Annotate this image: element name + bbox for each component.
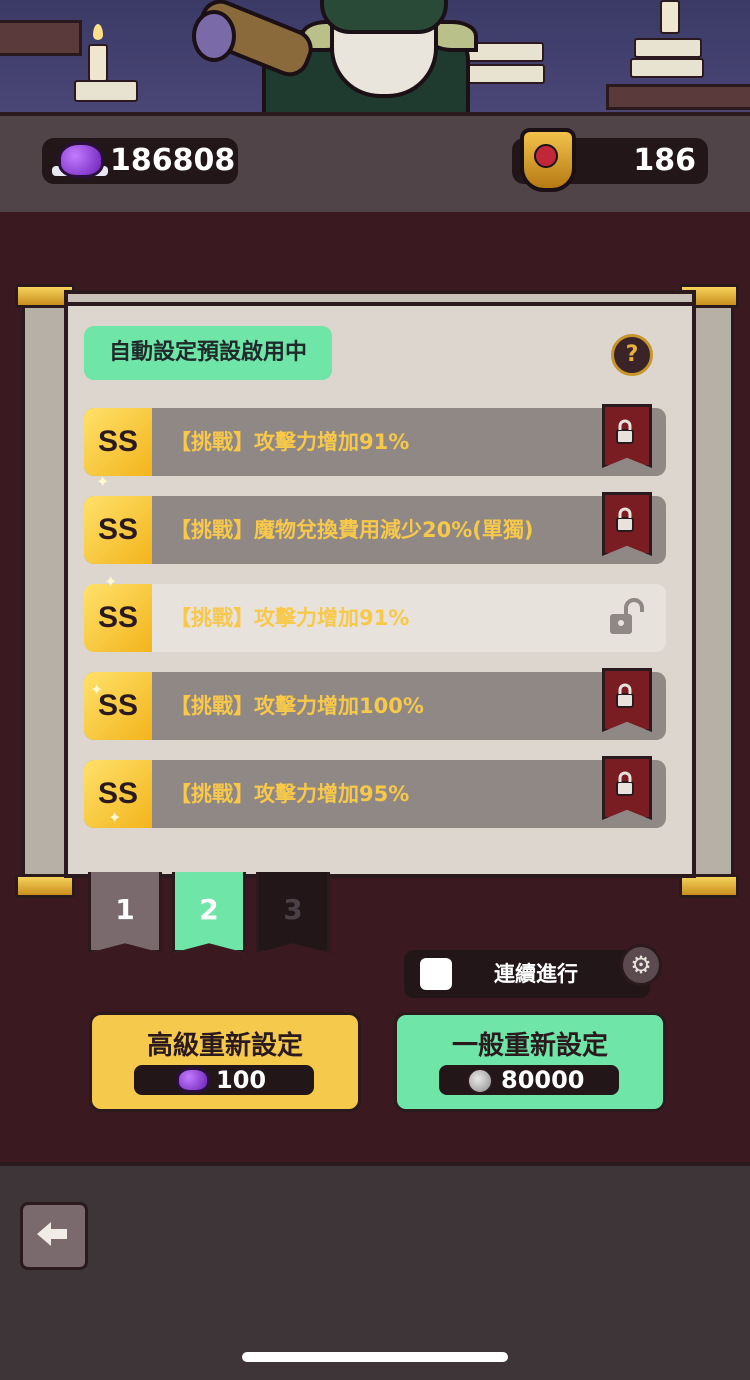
option-row[interactable]: SS 【挑戰】魔物兌換費用減少20%(單獨) (84, 496, 666, 564)
preset-tab-3[interactable]: 3 (256, 872, 330, 953)
coin-icon (467, 1068, 493, 1094)
unlock-icon[interactable] (608, 598, 646, 638)
continuous-checkbox[interactable] (420, 958, 452, 990)
help-icon[interactable]: ? (611, 334, 653, 376)
advanced-reset-cost: 100 (134, 1065, 314, 1095)
preset-tab-1[interactable]: 1 (88, 872, 162, 953)
sparkle: ✦ (104, 572, 118, 591)
candle (660, 0, 680, 34)
bookshelf (606, 84, 750, 110)
sparkle: ✦ (96, 472, 110, 491)
continuous-label: 連續進行 (494, 962, 578, 986)
normal-reset-cost: 80000 (439, 1065, 619, 1095)
wizard-hat (320, 0, 448, 34)
gem-count: 186808 (110, 143, 236, 178)
normal-reset-cost-value: 80000 (501, 1066, 585, 1094)
scroll-left-rod (22, 298, 68, 882)
grade-badge: SS (84, 584, 152, 652)
candle-flame (93, 24, 103, 40)
option-text: 【挑戰】攻擊力增加91% (170, 430, 410, 454)
book-stack (74, 80, 138, 102)
continuous-toggle[interactable]: 連續進行 (404, 950, 650, 998)
option-text: 【挑戰】攻擊力增加91% (170, 606, 410, 630)
option-text: 【挑戰】魔物兌換費用減少20%(單獨) (170, 518, 534, 542)
gem-counter: 186808 (42, 138, 238, 184)
book-stack (630, 58, 704, 78)
option-text: 【挑戰】攻擊力增加95% (170, 782, 410, 806)
advanced-reset-label: 高級重新設定 (146, 1031, 303, 1061)
sparkle: ✦ (90, 680, 104, 699)
candle (88, 44, 108, 82)
grade-badge: SS (84, 496, 152, 564)
advanced-reset-button[interactable]: 高級重新設定 100 (89, 1012, 361, 1112)
trophy-count: 186 (633, 143, 696, 178)
gem-icon (176, 1067, 210, 1093)
option-row[interactable]: SS 【挑戰】攻擊力增加91% (84, 584, 666, 652)
telescope-lens (192, 10, 236, 62)
book-stack (634, 38, 702, 58)
auto-preset-badge: 自動設定預設啟用中 (84, 326, 332, 380)
option-text: 【挑戰】攻擊力增加100% (170, 694, 424, 718)
normal-reset-button[interactable]: 一般重新設定 80000 (394, 1012, 666, 1112)
sparkle: ✦ (108, 808, 122, 827)
option-row[interactable]: SS 【挑戰】攻擊力增加95% (84, 760, 666, 828)
crest-emblem (534, 144, 558, 168)
home-indicator[interactable] (242, 1352, 508, 1362)
bookshelf (0, 20, 82, 56)
gem-icon (58, 142, 104, 178)
footer-bar (0, 1162, 750, 1380)
back-button[interactable] (20, 1202, 88, 1270)
trophy-crest-icon (520, 128, 576, 192)
grade-badge: SS (84, 408, 152, 476)
preset-tab-2[interactable]: 2 (172, 872, 246, 953)
gear-icon[interactable]: ⚙ (620, 944, 662, 986)
option-row[interactable]: SS 【挑戰】攻擊力增加100% (84, 672, 666, 740)
normal-reset-label: 一般重新設定 (451, 1031, 608, 1061)
advanced-reset-cost-value: 100 (216, 1066, 267, 1094)
back-arrow-icon (37, 1222, 67, 1246)
library-scene-illustration (0, 0, 750, 112)
option-row[interactable]: SS 【挑戰】攻擊力增加91% (84, 408, 666, 476)
